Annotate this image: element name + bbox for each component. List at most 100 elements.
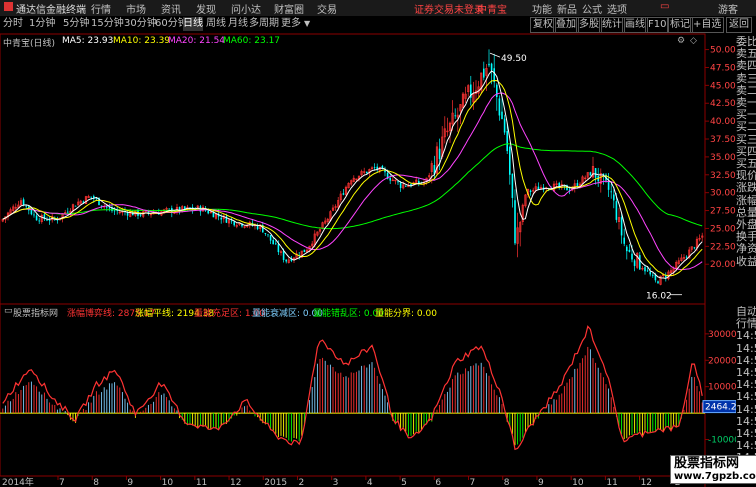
candle-body — [529, 190, 532, 193]
x-axis-label: 6 — [435, 478, 441, 487]
watermark: 股票指标网 www.7gpzb.com — [670, 455, 756, 484]
candle-body — [22, 199, 25, 206]
tick-sidebar: 自动行情14:5014:5014:5014:5014:5014:5014:501… — [736, 306, 756, 456]
year-label: 2014年 — [2, 476, 34, 487]
x-axis-label: 4 — [367, 478, 373, 487]
candle-body — [230, 220, 233, 222]
tick-item: 14:50 — [736, 329, 756, 343]
candle-body — [373, 167, 376, 168]
candle-body — [506, 131, 508, 152]
quote-item: 卖四 — [736, 59, 756, 73]
candle-body — [685, 256, 688, 258]
candle-body — [665, 275, 667, 278]
candle-body — [490, 63, 493, 71]
candle-body — [649, 271, 651, 275]
candle-body — [639, 255, 641, 270]
tick-item: 14:50 — [736, 390, 756, 404]
x-axis-label: 7 — [59, 478, 65, 487]
indicator-panel-frame — [0, 303, 706, 477]
ma10-line — [2, 79, 703, 277]
candle-body — [126, 212, 129, 216]
candle-body — [74, 205, 77, 207]
high-arrow — [489, 52, 501, 58]
price-axis-label: 42.50 — [710, 99, 736, 109]
x-axis-label: 2 — [298, 478, 304, 487]
tick-item: 14:50 — [736, 341, 756, 355]
candle-body — [454, 115, 456, 117]
x-axis-label: 8 — [504, 478, 510, 487]
price-axis-label: 22.50 — [710, 242, 736, 252]
x-axis-label: 10 — [162, 478, 174, 487]
kline-chart[interactable]: 50.00 47.50 45.00 42.50 40.00 37.50 35.00 32.50… — [0, 0, 756, 487]
tick-item: 14:50 — [736, 402, 756, 416]
x-axis-label: 11 — [606, 478, 617, 487]
price-axis-label: 20.00 — [710, 260, 736, 270]
candle-body — [38, 220, 40, 222]
candle-body — [277, 244, 280, 253]
candle-body — [272, 240, 274, 245]
candle-body — [303, 249, 306, 253]
price-axis-label: 50.00 — [710, 46, 736, 56]
watermark-url: www.7gpzb.com — [674, 471, 756, 482]
indicator-axis-label: 20000 — [708, 356, 737, 366]
price-axis-label: 30.00 — [710, 189, 736, 199]
candle-body — [95, 198, 98, 200]
candle-body — [576, 183, 579, 187]
candle-body — [113, 210, 116, 212]
x-axis-label: 7 — [470, 478, 476, 487]
candle-body — [488, 63, 490, 66]
candle-body — [168, 208, 170, 210]
x-axis-label: 11 — [196, 478, 207, 487]
candle-body — [628, 249, 631, 252]
price-axis-label: 35.00 — [710, 153, 736, 163]
candle-body — [139, 214, 142, 216]
candle-body — [633, 260, 636, 267]
candle-body — [33, 214, 35, 216]
candle-body — [501, 111, 503, 120]
price-axis-label: 32.50 — [710, 171, 736, 181]
candle-body — [693, 247, 696, 249]
x-axis-label: 10 — [572, 478, 584, 487]
candle-body — [594, 168, 597, 178]
candle-body — [438, 148, 441, 159]
price-axis-label: 40.00 — [710, 117, 736, 127]
candle-body — [269, 235, 272, 241]
quote-item: 净资 — [736, 242, 756, 256]
candle-body — [366, 171, 368, 174]
high-price-label: 49.50 — [501, 54, 527, 64]
indicator-axis-label: 10000 — [708, 383, 737, 393]
low-price-label: 16.02 — [646, 292, 672, 302]
x-axis-label: 9 — [538, 478, 544, 487]
candle-body — [498, 98, 501, 116]
candle-body — [90, 196, 92, 198]
candle-body — [646, 270, 649, 272]
ma5-line — [2, 70, 703, 279]
candle-body — [615, 201, 618, 220]
candle-body — [657, 281, 659, 284]
x-axis-label: 12 — [641, 478, 652, 487]
candle-body — [108, 207, 111, 209]
x-axis-label: 12 — [230, 478, 241, 487]
price-axis-label: 37.50 — [710, 135, 736, 145]
candle-body — [397, 181, 399, 183]
candle-body — [30, 209, 33, 215]
candle-body — [48, 219, 51, 221]
quote-item: 涨跌 — [736, 181, 756, 195]
candle-body — [503, 118, 506, 133]
x-axis-label: 2015 — [264, 478, 287, 487]
candle-body — [620, 217, 623, 236]
candle-body — [613, 194, 615, 201]
candle-body — [610, 191, 612, 193]
main-panel-frame — [0, 33, 706, 305]
candle-body — [233, 221, 235, 226]
x-axis-label: 9 — [127, 478, 133, 487]
candle-body — [282, 250, 285, 260]
candle-body — [275, 243, 277, 245]
x-axis-label: 5 — [401, 478, 407, 487]
candle-body — [35, 215, 38, 221]
candle-body — [509, 146, 511, 175]
candle-body — [207, 210, 209, 214]
candle-body — [496, 84, 498, 98]
candle-body — [25, 205, 27, 207]
price-axis-label: 27.50 — [710, 207, 736, 217]
